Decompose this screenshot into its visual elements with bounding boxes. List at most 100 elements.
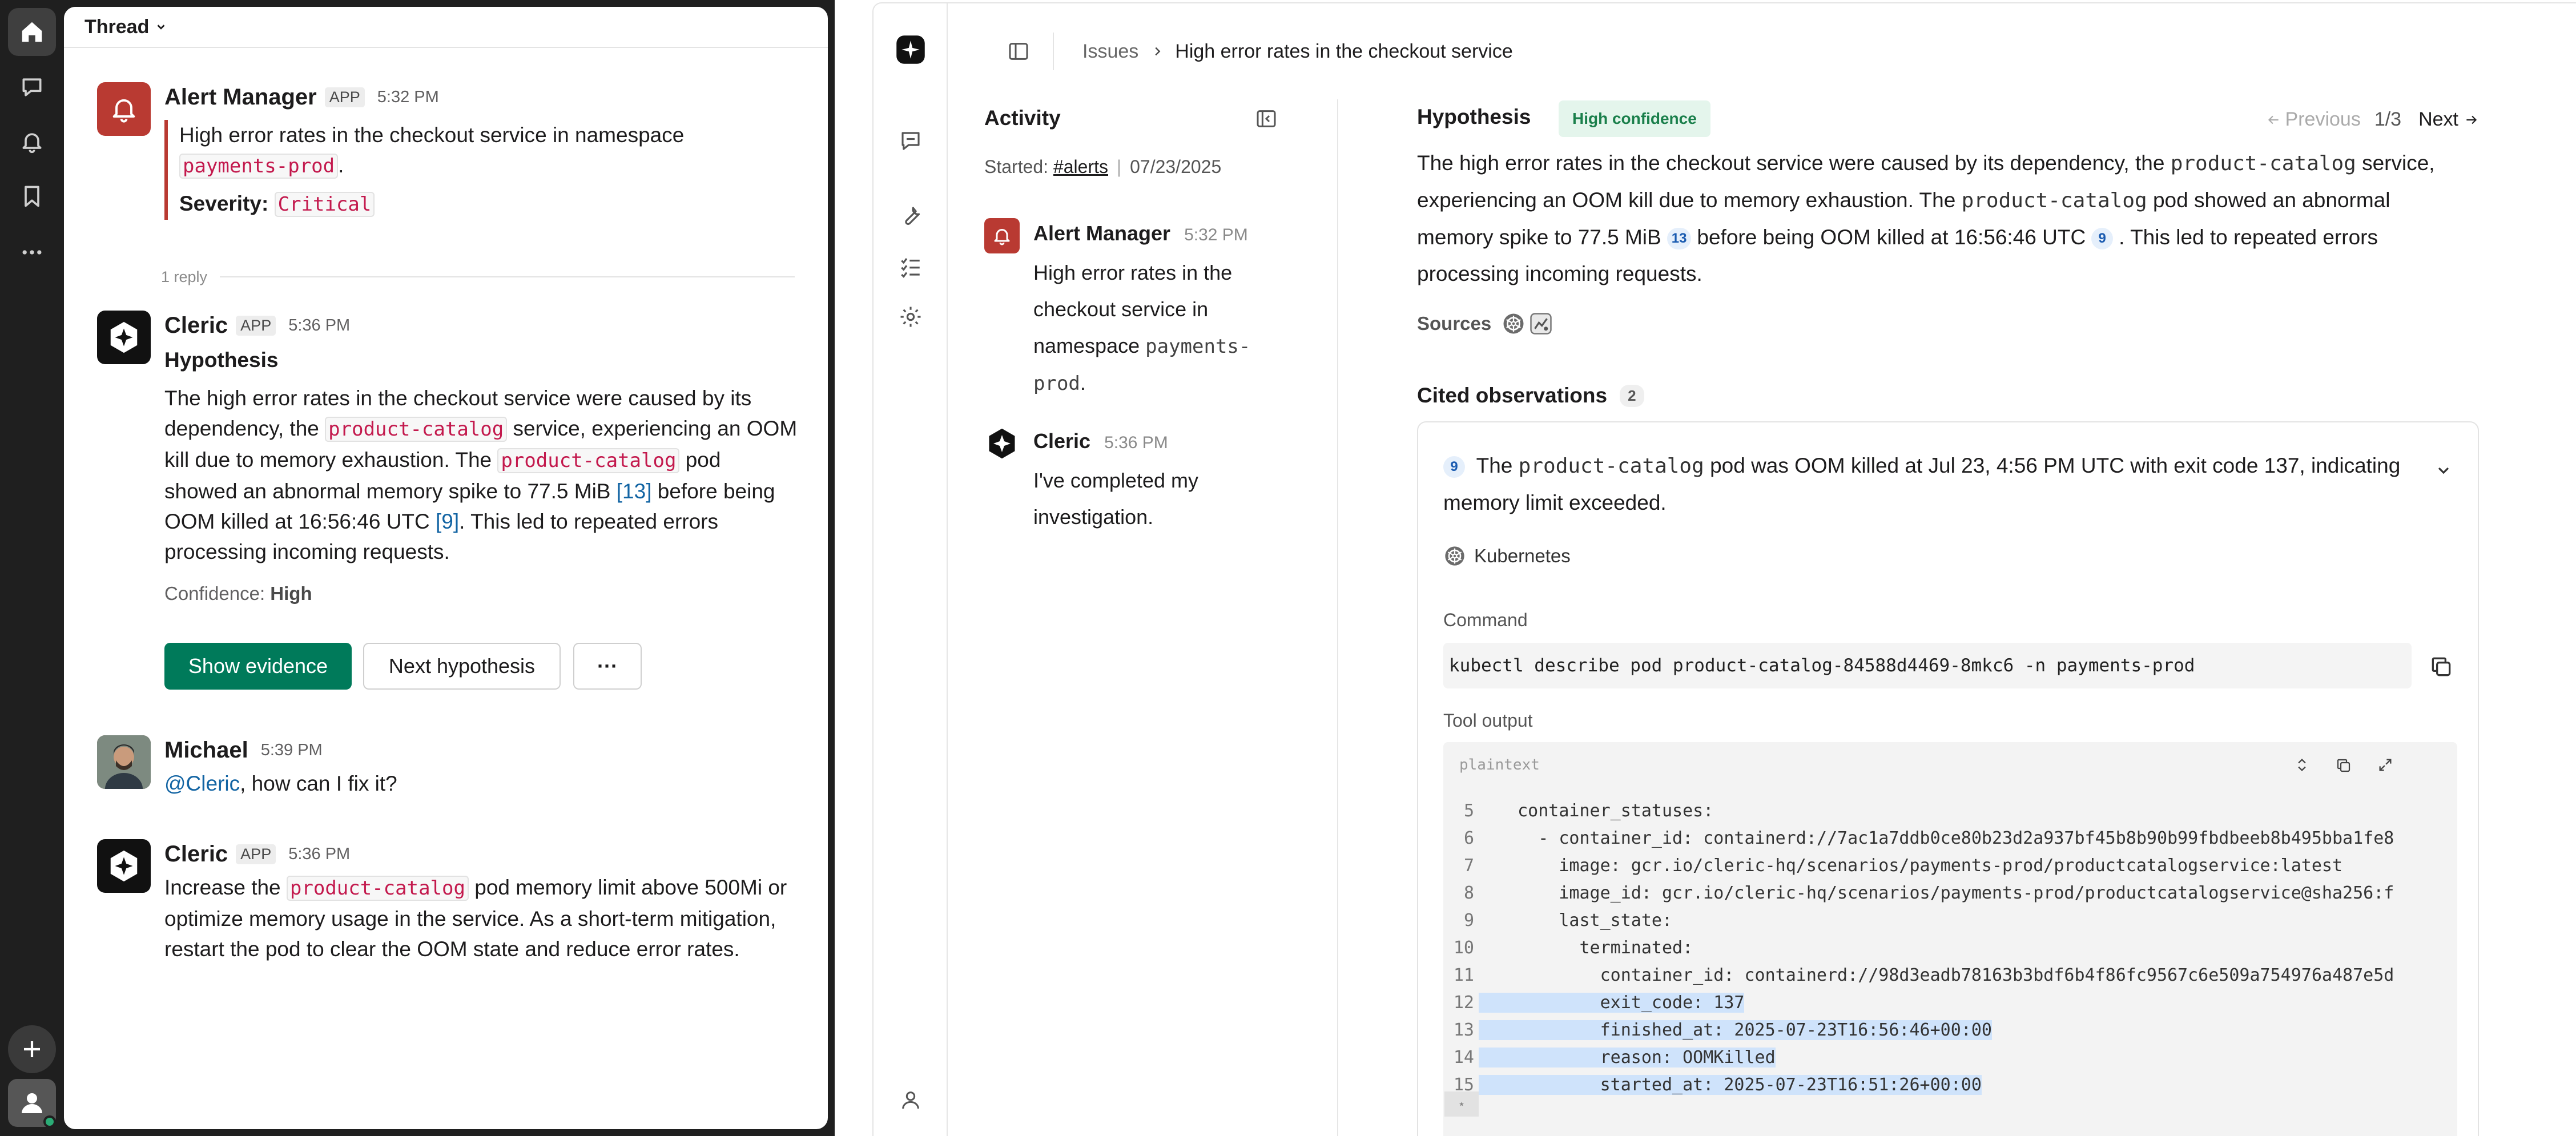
confidence-label: Confidence: <box>164 583 265 604</box>
code-text: container_id: containerd://98d3eadb78163… <box>1497 965 2394 985</box>
channel-link[interactable]: #alerts <box>1053 156 1108 177</box>
sidebar-toggle-icon[interactable] <box>1007 40 1030 63</box>
inline-code: product-catalog <box>2170 152 2356 175</box>
previous-button[interactable]: Previous <box>2285 108 2361 131</box>
thread-header[interactable]: Thread <box>64 7 828 48</box>
code-line: 7 image: gcr.io/cleric-hq/scenarios/paym… <box>1443 852 2457 879</box>
tool-output-block[interactable]: plaintext 5 container_statuses: 6 - conta… <box>1443 742 2457 1136</box>
command-text[interactable]: kubectl describe pod product-catalog-845… <box>1443 643 2412 688</box>
alert-attachment: High error rates in the checkout service… <box>164 120 799 220</box>
chevron-down-icon <box>155 21 167 33</box>
expand-collapse-icon[interactable] <box>2294 757 2310 773</box>
dms-icon[interactable] <box>8 63 56 111</box>
activity-item-cleric[interactable]: Cleric 5:36 PM I've completed my investig… <box>984 426 1304 540</box>
reference-link[interactable]: [13] <box>617 480 652 503</box>
code-toolbar: plaintext <box>1443 742 2457 788</box>
breadcrumb-current: High error rates in the checkout service <box>1175 40 1513 62</box>
sender-name[interactable]: Michael <box>164 738 248 763</box>
home-icon[interactable] <box>8 8 56 56</box>
user-profile-icon[interactable] <box>895 1085 926 1115</box>
arrow-left-icon <box>2266 112 2281 127</box>
citation-badge[interactable]: 13 <box>1667 228 1692 250</box>
code-line: 11 container_id: containerd://98d3eadb78… <box>1443 961 2457 989</box>
code-line: 6 - container_id: containerd://7ac1a7ddb… <box>1443 824 2457 852</box>
line-number: 9 <box>1463 910 1474 930</box>
more-actions-button[interactable]: ··· <box>573 643 642 690</box>
inline-code: product-catalog <box>1518 454 1704 478</box>
grafana-source-icon[interactable] <box>1529 312 1553 336</box>
text-part: , how can I fix it? <box>240 772 397 795</box>
slack-window: Thread Alert Manager APP 5:32 PM High er… <box>0 0 835 1136</box>
activity-text: I've completed my investigation. <box>1033 469 1198 529</box>
cleric-logo-icon[interactable] <box>895 34 926 65</box>
text-part: The high error rates in the checkout ser… <box>1417 151 2165 175</box>
sender-name[interactable]: Cleric <box>164 841 228 867</box>
sender-name[interactable]: Alert Manager <box>164 84 317 110</box>
period-text: . <box>338 154 344 177</box>
activity-title: Activity <box>984 106 1061 130</box>
citation-badge: 9 <box>1443 456 1465 478</box>
collapse-panel-icon[interactable] <box>1255 107 1278 130</box>
observation-summary[interactable]: 9 The product-catalog pod was OOM killed… <box>1443 448 2414 521</box>
kubernetes-source-icon[interactable] <box>1502 312 1526 336</box>
code-line: 10 terminated: <box>1443 934 2457 961</box>
inline-code: product-catalog <box>325 417 508 442</box>
divider-text: | <box>1116 156 1122 177</box>
message-cleric-hypothesis: Cleric APP 5:36 PM Hypothesis The high e… <box>97 311 799 609</box>
top-bar: Issues High error rates in the checkout … <box>948 3 2576 99</box>
more-icon[interactable] <box>8 228 56 276</box>
line-number: 5 <box>1463 800 1474 821</box>
more-lines-icon[interactable]: ⋆ <box>1444 1091 1479 1117</box>
show-evidence-button[interactable]: Show evidence <box>164 643 352 690</box>
next-button[interactable]: Next <box>2418 108 2458 131</box>
code-text: finished_at: 2025-07-23T16:56:46+00:00 <box>1479 1020 1992 1040</box>
started-line: Started: #alerts | 07/23/2025 <box>984 156 1221 178</box>
line-number: 12 <box>1453 992 1474 1013</box>
bookmark-icon[interactable] <box>8 172 56 220</box>
mention-link[interactable]: @Cleric <box>164 772 240 795</box>
sources-row: Sources <box>1417 312 1553 336</box>
cleric-app: Issues High error rates in the checkout … <box>872 2 2576 1136</box>
app-tag: APP <box>324 87 365 107</box>
slack-sidebar-rail <box>0 0 64 1136</box>
chevron-down-icon[interactable] <box>2434 461 2453 480</box>
breadcrumb-issues[interactable]: Issues <box>1082 41 1138 63</box>
hypothesis-heading: Hypothesis <box>164 348 279 372</box>
timestamp[interactable]: 5:32 PM <box>377 88 439 107</box>
period-text: . <box>1080 371 1086 394</box>
chevron-right-icon <box>1151 45 1164 58</box>
copy-output-icon[interactable] <box>2335 757 2352 774</box>
next-hypothesis-button[interactable]: Next hypothesis <box>363 643 561 690</box>
fullscreen-icon[interactable] <box>2377 757 2393 773</box>
kubernetes-icon <box>1443 545 1466 567</box>
activity-item-alert[interactable]: Alert Manager 5:32 PM High error rates in… <box>984 218 1304 401</box>
copy-icon[interactable] <box>2429 654 2454 679</box>
page-indicator: 1/3 <box>2374 108 2402 130</box>
activity-bell-icon[interactable] <box>8 118 56 166</box>
tool-output-label: Tool output <box>1443 710 1533 731</box>
timestamp[interactable]: 5:36 PM <box>288 845 350 864</box>
chat-icon[interactable] <box>895 126 926 156</box>
namespace-code: payments-prod <box>179 154 339 179</box>
inline-code: product-catalog <box>286 876 469 901</box>
code-line: 9 last_state: <box>1443 907 2457 934</box>
activity-time: 5:36 PM <box>1104 433 1168 452</box>
checklist-icon[interactable] <box>895 251 926 282</box>
activity-time: 5:32 PM <box>1184 225 1248 244</box>
text-part: Increase the <box>164 876 281 899</box>
reference-link[interactable]: [9] <box>436 510 459 533</box>
activity-text: High error rates in the checkout service… <box>1033 255 1296 402</box>
message-text: @Cleric, how can I fix it? <box>164 768 799 799</box>
timestamp[interactable]: 5:39 PM <box>261 741 323 760</box>
sender-name[interactable]: Cleric <box>164 313 228 339</box>
citation-badge[interactable]: 9 <box>2091 228 2114 250</box>
line-number: 11 <box>1453 965 1474 985</box>
add-icon[interactable] <box>8 1025 56 1073</box>
source-label: Kubernetes <box>1474 545 1571 566</box>
line-number: 10 <box>1453 937 1474 958</box>
settings-gear-icon[interactable] <box>895 301 926 332</box>
code-line: 5 container_statuses: <box>1443 797 2457 824</box>
wrench-icon[interactable] <box>895 201 926 232</box>
activity-panel: Activity Started: #alerts | 07/23/2025 A… <box>948 99 1338 1136</box>
timestamp[interactable]: 5:36 PM <box>288 316 350 335</box>
